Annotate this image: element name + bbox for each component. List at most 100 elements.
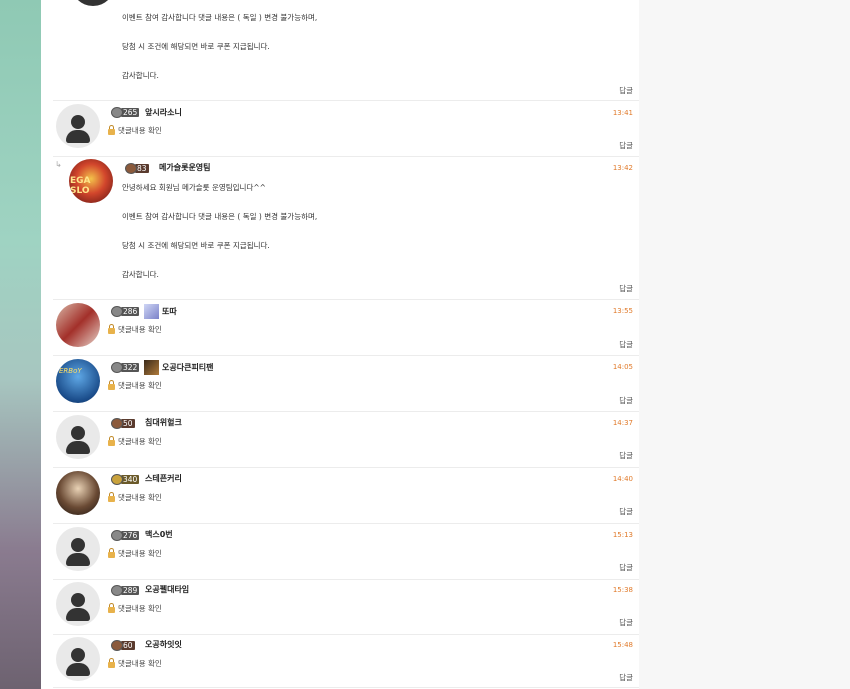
medal-icon xyxy=(111,362,123,373)
comment-item: 50 침대위헐크 14:37 댓글내용 확인 답글 xyxy=(41,412,639,467)
reply-button[interactable]: 답글 xyxy=(619,562,633,573)
avatar[interactable] xyxy=(56,303,100,347)
nickname[interactable]: 앞시라소니 xyxy=(145,107,182,118)
level-badge: 50 xyxy=(111,418,135,429)
reply-button[interactable]: 답글 xyxy=(619,85,633,96)
background-right xyxy=(639,0,850,689)
secret-comment[interactable]: 댓글내용 확인 xyxy=(108,379,162,391)
reply-text-line: 감사합니다. xyxy=(122,71,159,80)
comment-item: 265 앞시라소니 13:41 댓글내용 확인 답글 xyxy=(41,101,639,156)
nickname[interactable]: 오공다큰피티팬 xyxy=(162,362,214,373)
medal-icon xyxy=(111,585,123,596)
level-badge: 286 xyxy=(111,306,140,317)
avatar-default[interactable] xyxy=(56,637,100,681)
level-badge: 322 xyxy=(111,362,140,373)
avatar[interactable]: EGA SLO xyxy=(69,159,113,203)
nickname[interactable]: 맥스0번 xyxy=(145,529,173,540)
comment-time: 15:48 xyxy=(612,641,633,649)
nickname[interactable]: 오공펠대타임 xyxy=(145,584,189,595)
divider xyxy=(53,687,639,688)
nickname[interactable]: 침대위헐크 xyxy=(145,417,182,428)
comment-time: 14:05 xyxy=(612,363,633,371)
avatar-default[interactable] xyxy=(56,582,100,626)
medal-icon xyxy=(111,107,123,118)
avatar[interactable] xyxy=(71,0,115,6)
secret-comment[interactable]: 댓글내용 확인 xyxy=(108,547,162,559)
secret-comment[interactable]: 댓글내용 확인 xyxy=(108,657,162,669)
reply-button[interactable]: 답글 xyxy=(619,140,633,151)
nickname[interactable]: 오공하잇잇 xyxy=(145,639,182,650)
level-badge: 340 xyxy=(111,474,140,485)
avatar-default[interactable] xyxy=(56,527,100,571)
reply-text-line: 당첨 시 조건에 해당되면 바로 쿠폰 지급됩니다. xyxy=(122,42,270,51)
reply-greeting: 안녕하세요 회원님 메가슬롯 운영팀입니다^^ xyxy=(122,183,266,192)
comment-time: 13:41 xyxy=(612,109,633,117)
comment-partial-top: 이벤트 참여 감사합니다 댓글 내용은 ( 독일 ) 변경 불가능하며, 당첨 … xyxy=(41,0,639,100)
comment-time: 15:38 xyxy=(612,586,633,594)
level-badge: 60 xyxy=(111,640,135,651)
user-silhouette-icon xyxy=(71,426,85,440)
lock-icon xyxy=(108,491,115,502)
lock-icon xyxy=(108,547,115,558)
reply-text-line: 감사합니다. xyxy=(122,270,159,279)
avatar-default[interactable] xyxy=(56,104,100,148)
user-silhouette-icon xyxy=(71,593,85,607)
medal-icon xyxy=(111,530,123,541)
user-silhouette-icon xyxy=(71,115,85,129)
nickname[interactable]: 또따 xyxy=(162,306,177,317)
medal-icon xyxy=(111,306,123,317)
reply-button[interactable]: 답글 xyxy=(619,395,633,406)
level-badge: 276 xyxy=(111,530,140,541)
lock-icon xyxy=(108,379,115,390)
user-silhouette-icon xyxy=(71,648,85,662)
reply-text-line: 당첨 시 조건에 해당되면 바로 쿠폰 지급됩니다. xyxy=(122,241,270,250)
comment-item: 286 또따 13:55 댓글내용 확인 답글 xyxy=(41,300,639,355)
medal-icon xyxy=(111,640,123,651)
reply-button[interactable]: 답글 xyxy=(619,450,633,461)
comment-item: ERBoY 322 오공다큰피티팬 14:05 댓글내용 확인 답글 xyxy=(41,356,639,411)
secret-comment[interactable]: 댓글내용 확인 xyxy=(108,491,162,503)
reply-arrow-icon: ↳ xyxy=(55,160,62,169)
nickname[interactable]: 스테픈커리 xyxy=(145,473,182,484)
level-badge: 83 xyxy=(125,163,149,174)
reply-button[interactable]: 답글 xyxy=(619,506,633,517)
comment-time: 14:37 xyxy=(612,419,633,427)
reply-button[interactable]: 답글 xyxy=(619,339,633,350)
lock-icon xyxy=(108,124,115,135)
comment-reply-item: ↳ EGA SLO 83 메가슬롯운영팀 13:42 안녕하세요 회원님 메가슬… xyxy=(41,157,639,299)
user-icon-image xyxy=(144,360,159,375)
lock-icon xyxy=(108,323,115,334)
reply-text-line: 이벤트 참여 감사합니다 댓글 내용은 ( 독일 ) 변경 불가능하며, xyxy=(122,13,318,22)
comment-time: 15:13 xyxy=(612,531,633,539)
lock-icon xyxy=(108,435,115,446)
secret-comment[interactable]: 댓글내용 확인 xyxy=(108,602,162,614)
reply-text-line: 이벤트 참여 감사합니다 댓글 내용은 ( 독일 ) 변경 불가능하며, xyxy=(122,212,318,221)
comment-time: 13:55 xyxy=(612,307,633,315)
medal-icon xyxy=(111,418,123,429)
secret-comment[interactable]: 댓글내용 확인 xyxy=(108,124,162,136)
avatar[interactable]: ERBoY xyxy=(56,359,100,403)
lock-icon xyxy=(108,602,115,613)
lock-icon xyxy=(108,657,115,668)
comment-item: 60 오공하잇잇 15:48 댓글내용 확인 답글 xyxy=(41,635,639,689)
user-silhouette-icon xyxy=(71,538,85,552)
medal-icon xyxy=(125,163,137,174)
level-badge: 289 xyxy=(111,585,140,596)
comment-item: 276 맥스0번 15:13 댓글내용 확인 답글 xyxy=(41,524,639,579)
comment-item: 289 오공펠대타임 15:38 댓글내용 확인 답글 xyxy=(41,580,639,635)
comment-list: 이벤트 참여 감사합니다 댓글 내용은 ( 독일 ) 변경 불가능하며, 당첨 … xyxy=(41,0,639,689)
secret-comment[interactable]: 댓글내용 확인 xyxy=(108,323,162,335)
avatar-default[interactable] xyxy=(56,415,100,459)
user-icon-image xyxy=(144,304,159,319)
reply-button[interactable]: 답글 xyxy=(619,672,633,683)
comment-time: 13:42 xyxy=(612,164,633,172)
comment-item: 340 스테픈커리 14:40 댓글내용 확인 답글 xyxy=(41,468,639,523)
reply-button[interactable]: 답글 xyxy=(619,283,633,294)
level-badge: 265 xyxy=(111,107,140,118)
background-left xyxy=(0,0,41,689)
reply-button[interactable]: 답글 xyxy=(619,617,633,628)
secret-comment[interactable]: 댓글내용 확인 xyxy=(108,435,162,447)
avatar[interactable] xyxy=(56,471,100,515)
medal-icon xyxy=(111,474,123,485)
nickname[interactable]: 메가슬롯운영팀 xyxy=(159,162,211,173)
